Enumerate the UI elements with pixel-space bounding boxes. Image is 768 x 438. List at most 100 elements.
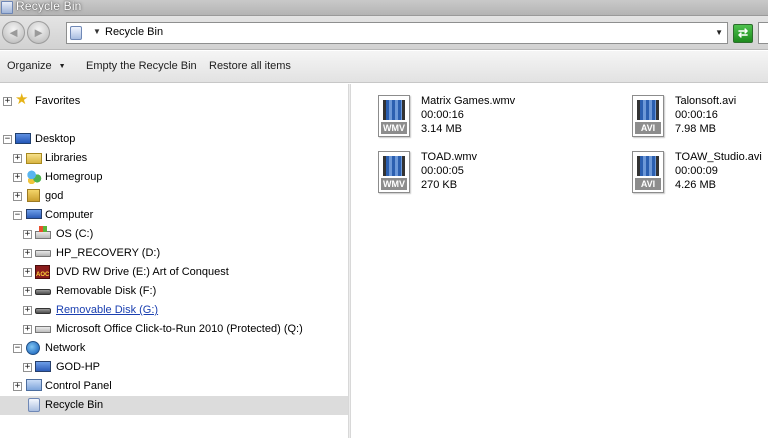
tree-item-god-hp[interactable]: + GOD-HP [0,358,349,377]
file-size: 4.26 MB [675,179,716,191]
expand-icon[interactable]: + [23,287,32,296]
tree-item-label: god [45,190,64,202]
recycle-bin-icon [70,26,82,40]
tree-item-label: GOD-HP [56,361,100,373]
expand-icon[interactable]: + [23,363,32,372]
file-ext-label: WMV [381,178,407,190]
command-bar: Organize ▼ Empty the Recycle Bin Restore … [0,51,768,83]
tree-item-desktop[interactable]: − Desktop [0,130,349,149]
organize-label: Organize [7,60,52,72]
tree-item-label: Removable Disk (F:) [56,285,157,297]
tree-item-god[interactable]: + god [0,187,349,206]
tree-item-homegroup[interactable]: + Homegroup [0,168,349,187]
file-name: Talonsoft.avi [675,95,737,107]
tree-item-network[interactable]: − Network [0,339,349,358]
file-duration: 00:00:09 [675,165,718,177]
file-size: 7.98 MB [675,123,716,135]
tree-item-favorites[interactable]: + ★ Favorites [0,92,349,111]
expand-icon[interactable]: + [23,249,32,258]
search-input[interactable] [758,22,768,44]
title-bar: Recycle Bin [0,0,768,16]
address-bar[interactable]: ▼ Recycle Bin ▼ [66,22,728,44]
expand-icon[interactable]: + [23,230,32,239]
tree-item-dvd-drive[interactable]: + DVD RW Drive (E:) Art of Conquest [0,263,349,282]
file-ext-label: AVI [635,178,661,190]
refresh-button[interactable]: ⇄ [733,24,753,43]
tree-item-label: Control Panel [45,380,112,392]
expand-icon[interactable]: + [23,268,32,277]
tree-item-libraries[interactable]: + Libraries [0,149,349,168]
navigation-bar: ◄ ► ▼ Recycle Bin ▼ ⇄ [0,16,768,50]
file-item[interactable]: WMV TOAD.wmv 00:00:05 270 KB [378,151,628,199]
tree-item-label: HP_RECOVERY (D:) [56,247,161,259]
homegroup-icon [26,170,42,184]
file-name: TOAW_Studio.avi [675,151,762,163]
control-panel-icon [26,379,42,391]
computer-icon [26,209,42,219]
video-file-icon: WMV [378,95,410,137]
file-item[interactable]: AVI TOAW_Studio.avi 00:00:09 4.26 MB [632,151,768,199]
desktop-icon [15,133,31,144]
tree-item-os-c[interactable]: + OS (C:) [0,225,349,244]
address-dropdown-icon[interactable]: ▼ [715,28,723,37]
tree-item-recycle-bin[interactable]: Recycle Bin [0,396,349,415]
breadcrumb-arrow-icon[interactable]: ▼ [93,27,101,36]
address-text[interactable]: Recycle Bin [105,26,163,38]
star-icon: ★ [15,91,29,108]
file-ext-label: AVI [635,122,661,134]
video-file-icon: AVI [632,95,664,137]
back-arrow-icon: ◄ [7,25,20,40]
tree-item-removable-g[interactable]: + Removable Disk (G:) [0,301,349,320]
expand-icon[interactable]: + [23,306,32,315]
user-folder-icon [27,189,40,202]
forward-button[interactable]: ► [27,21,50,44]
expand-icon[interactable]: + [13,154,22,163]
pane-splitter[interactable] [348,84,351,438]
expand-icon[interactable]: + [23,325,32,334]
back-button[interactable]: ◄ [2,21,25,44]
file-size: 3.14 MB [421,123,462,135]
video-file-icon: AVI [632,151,664,193]
tree-item-label: Network [45,342,86,354]
tree-item-label: Computer [45,209,94,221]
video-file-icon: WMV [378,151,410,193]
file-duration: 00:00:16 [675,109,718,121]
file-ext-label: WMV [381,122,407,134]
tree-item-label: Favorites [35,95,81,107]
network-computer-icon [35,361,51,372]
file-name: TOAD.wmv [421,151,478,163]
removable-disk-icon [35,308,51,314]
file-size: 270 KB [421,179,458,191]
collapse-icon[interactable]: − [3,135,12,144]
expand-icon[interactable]: + [13,382,22,391]
tree-item-hp-recovery[interactable]: + HP_RECOVERY (D:) [0,244,349,263]
restore-all-items-button[interactable]: Restore all items [209,60,291,72]
tree-item-removable-f[interactable]: + Removable Disk (F:) [0,282,349,301]
removable-disk-icon [35,289,51,295]
forward-arrow-icon: ► [32,25,45,40]
recycle-bin-icon [1,1,13,14]
navigation-pane: + ★ Favorites − Desktop + Libraries + Ho… [0,84,350,438]
expand-icon[interactable]: + [13,173,22,182]
file-name: Matrix Games.wmv [421,95,516,107]
recycle-bin-icon [28,398,40,412]
os-drive-icon [35,226,51,239]
tree-item-office-q[interactable]: + Microsoft Office Click-to-Run 2010 (Pr… [0,320,349,339]
tree-item-label: Libraries [45,152,88,164]
tree-item-computer[interactable]: − Computer [0,206,349,225]
file-duration: 00:00:05 [421,165,464,177]
network-icon [26,341,40,355]
file-item[interactable]: WMV Matrix Games.wmv 00:00:16 3.14 MB [378,95,628,143]
collapse-icon[interactable]: − [13,344,22,353]
collapse-icon[interactable]: − [13,211,22,220]
expand-icon[interactable]: + [13,192,22,201]
chevron-down-icon: ▼ [58,63,66,70]
organize-button[interactable]: Organize ▼ [7,60,66,72]
window-title: Recycle Bin [16,0,82,13]
tree-item-label: Desktop [35,133,76,145]
expand-icon[interactable]: + [3,97,12,106]
file-item[interactable]: AVI Talonsoft.avi 00:00:16 7.98 MB [632,95,768,143]
tree-item-label: Microsoft Office Click-to-Run 2010 (Prot… [56,323,303,335]
tree-item-control-panel[interactable]: + Control Panel [0,377,349,396]
empty-recycle-bin-button[interactable]: Empty the Recycle Bin [86,60,197,72]
